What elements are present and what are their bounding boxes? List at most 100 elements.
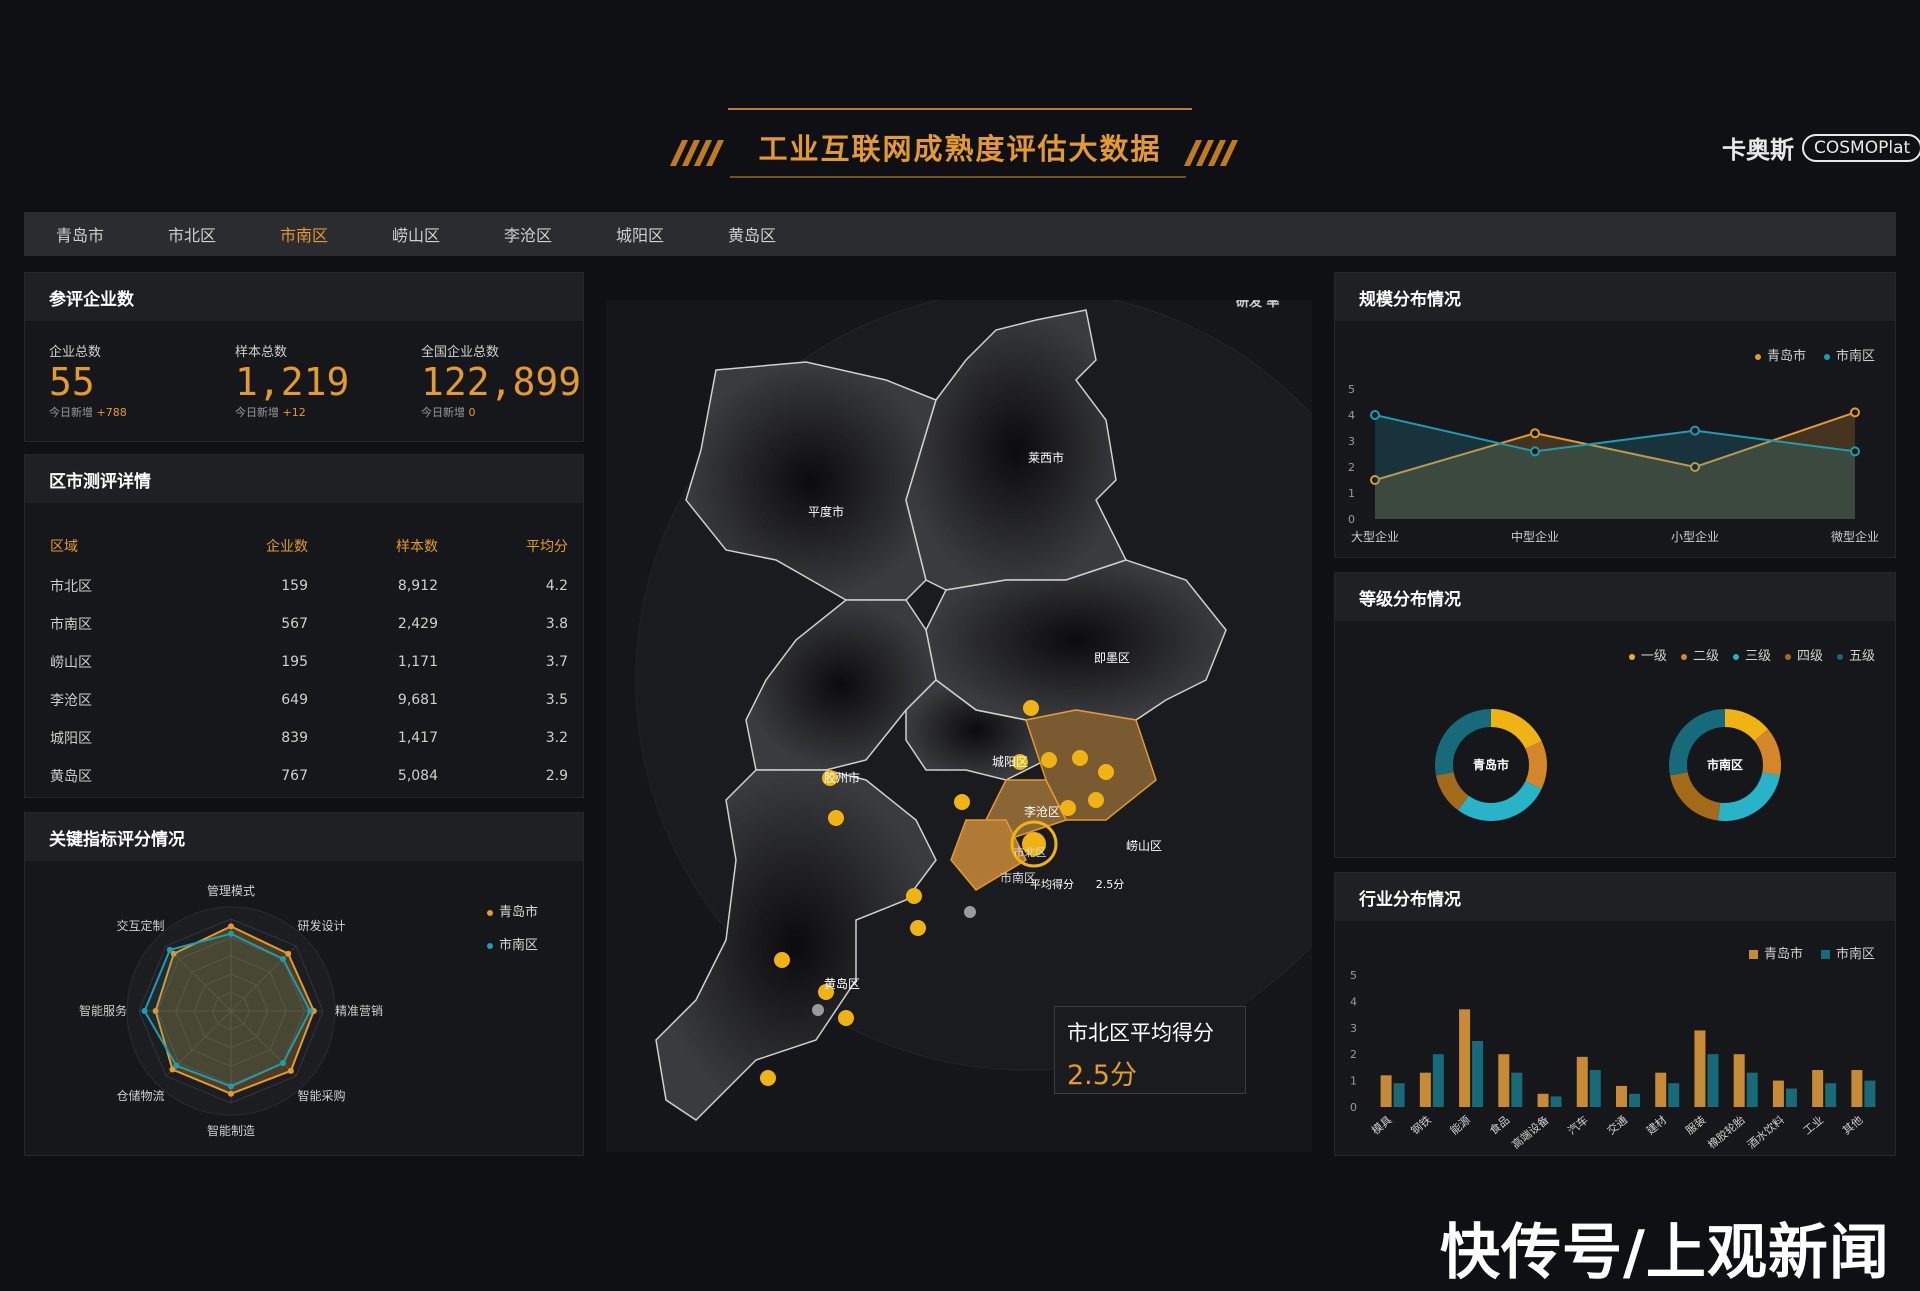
donut-center-label: 市南区	[1707, 757, 1743, 772]
label-laixi: 莱西市	[1028, 450, 1064, 465]
tab-laoshan[interactable]: 崂山区	[360, 222, 472, 246]
legend-dot	[487, 942, 493, 949]
tab-shibei[interactable]: 市北区	[136, 222, 248, 246]
radar-point	[228, 930, 234, 937]
qingdao-map[interactable]: 平度市 莱西市 即墨区 胶州市 城阳区 李沧区 崂山区 黄岛区 市南区 平均得分…	[606, 300, 1312, 1152]
y-tick-label: 0	[1348, 513, 1355, 526]
map-point[interactable]	[1060, 800, 1076, 816]
map-point[interactable]	[828, 810, 844, 826]
legend-dot	[487, 909, 493, 916]
legend-dot	[1754, 353, 1761, 360]
bar-qingdao	[1772, 1080, 1784, 1107]
radar-point	[228, 1083, 234, 1090]
radar-point	[285, 950, 292, 957]
stat-note: 今日新增 0	[421, 406, 476, 419]
x-tick-label: 建材	[1643, 1113, 1669, 1138]
map-point[interactable]	[1088, 792, 1104, 808]
district-table-panel: 区市测评详情 区域 企业数 样本数 平均分 市北区 159 8,912 4.2 市南区…	[24, 454, 584, 798]
map-point[interactable]	[838, 1010, 854, 1026]
legend-item-shinan: 市南区	[1823, 345, 1875, 364]
map-point[interactable]	[760, 1070, 776, 1086]
legend-label: 一级	[1640, 649, 1667, 664]
donut-slice	[1525, 741, 1547, 789]
x-tick-label: 高端设备	[1509, 1113, 1552, 1152]
cell-region: 市北区	[50, 579, 92, 595]
tab-huangdao[interactable]: 黄岛区	[696, 222, 808, 246]
industry-title: 行业分布情况	[1335, 873, 1895, 921]
col-samples: 样本数	[396, 539, 438, 555]
legend-label: 市南区	[1835, 349, 1875, 364]
table-row[interactable]: 市北区 159 8,912 4.2	[49, 567, 569, 605]
stat-value: 55	[49, 360, 95, 404]
bar-shinan	[1511, 1072, 1523, 1107]
radar-point	[166, 946, 173, 953]
radar-point	[141, 1008, 148, 1014]
grade-panel: 等级分布情况 一级 二级 三级 四级 五级 青岛市 市南区	[1334, 572, 1896, 858]
tooltip-value: 2.5分	[1067, 1060, 1137, 1091]
legend-label: 青岛市	[1763, 947, 1803, 962]
cell-avg: 3.5	[545, 692, 568, 708]
map-point[interactable]	[774, 952, 790, 968]
title-top-line	[728, 108, 1192, 110]
map-top-fragment: 研发 率	[1236, 300, 1280, 310]
bar-shinan	[1432, 1054, 1444, 1107]
map-point[interactable]	[1023, 700, 1039, 716]
table-row[interactable]: 黄岛区 767 5,084 2.9	[49, 757, 569, 795]
legend-item-qingdao: 青岛市	[1754, 345, 1806, 364]
cell-samples: 9,681	[397, 692, 438, 708]
title-bottom-line	[730, 176, 1186, 178]
col-region: 区域	[50, 539, 78, 555]
legend-label: 三级	[1744, 649, 1771, 664]
tab-licang[interactable]: 李沧区	[472, 222, 584, 246]
label-jiaozhou: 胶州市	[824, 770, 860, 785]
map-point[interactable]	[1098, 764, 1114, 780]
x-tick-label: 小型企业	[1671, 529, 1719, 544]
legend-dot	[1784, 653, 1791, 660]
cell-avg: 3.8	[545, 616, 568, 632]
y-tick-label: 3	[1350, 1022, 1357, 1035]
data-point	[1370, 410, 1380, 420]
legend-label: 二级	[1692, 649, 1719, 664]
label-huangdao: 黄岛区	[824, 976, 860, 991]
table-row[interactable]: 城阳区 839 1,417 3.2	[49, 719, 569, 757]
label-avg-score: 平均得分	[1030, 878, 1074, 891]
y-tick-label: 4	[1348, 409, 1355, 422]
x-tick-label: 橡胶轮胎	[1705, 1113, 1748, 1152]
map-point[interactable]	[1072, 750, 1088, 766]
legend-item-grade2: 二级	[1680, 645, 1719, 664]
radar-legend: 青岛市 市南区	[487, 901, 538, 953]
scale-legend: 青岛市 市南区	[1754, 345, 1875, 364]
scale-title: 规模分布情况	[1335, 273, 1895, 321]
map-point[interactable]	[910, 920, 926, 936]
table-row[interactable]: 市南区 567 2,429 3.8	[49, 605, 569, 643]
cell-avg: 4.2	[545, 578, 568, 594]
legend-label: 市南区	[1835, 947, 1875, 962]
radar-point	[287, 1067, 294, 1074]
y-tick-label: 1	[1350, 1075, 1357, 1088]
legend-label: 市南区	[499, 938, 539, 953]
legend-dot	[1836, 653, 1843, 660]
radar-panel: 关键指标评分情况 管理模式 研发设计 精准营销 智能采购 智能制造 仓储物流 智能服务 交互定…	[24, 812, 584, 1156]
bar-qingdao	[1694, 1030, 1706, 1107]
tab-chengyang[interactable]: 城阳区	[584, 222, 696, 246]
radar-point	[280, 1060, 287, 1067]
map-point[interactable]	[954, 794, 970, 810]
stat-note: 今日新增 +788	[49, 406, 127, 419]
legend-item-shinan: 市南区	[1820, 943, 1875, 962]
legend-label: 青岛市	[1766, 349, 1806, 364]
tab-qingdao[interactable]: 青岛市	[24, 222, 136, 246]
tab-shinan[interactable]: 市南区	[248, 222, 360, 246]
cell-region: 城阳区	[50, 731, 92, 747]
bar-shinan	[1668, 1083, 1680, 1107]
legend-item-shinan: 市南区	[487, 934, 538, 953]
cell-region: 崂山区	[50, 655, 92, 671]
table-row[interactable]: 李沧区 649 9,681 3.5	[49, 681, 569, 719]
cell-avg: 3.2	[545, 730, 568, 746]
label-licang: 李沧区	[1024, 804, 1060, 819]
bar-qingdao	[1616, 1085, 1627, 1107]
radar-axis-label: 管理模式	[207, 883, 255, 898]
table-row[interactable]: 崂山区 195 1,171 3.7	[49, 643, 569, 681]
map-point[interactable]	[1041, 752, 1057, 768]
map-point[interactable]	[906, 888, 922, 904]
bar-shinan	[1550, 1096, 1562, 1107]
